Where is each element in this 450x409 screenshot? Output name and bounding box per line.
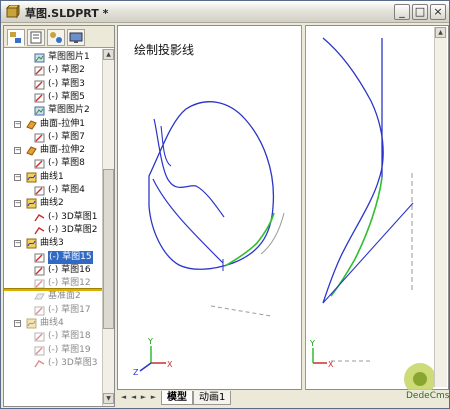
tab-animation[interactable]: 动画1 <box>193 391 232 405</box>
triad-y-label: Y <box>147 337 153 346</box>
sketch-loop-curve <box>153 118 225 218</box>
viewport-label: 绘制投影线 <box>134 43 195 57</box>
projected-curve-left <box>224 212 275 267</box>
construction-line-bottom <box>210 305 272 317</box>
last-tab-icon[interactable]: ► <box>149 392 158 403</box>
app-window: 草图.SLDPRT * _ □ × 草图图片1 (-) 草图2 (-) 草图3 (-)… <box>0 0 450 409</box>
view-triad-right: Y Z X <box>301 339 371 369</box>
watermark-text: DedeCmsV3 <box>406 391 450 401</box>
tab-model[interactable]: 模型 <box>161 391 193 405</box>
sketch-canvas[interactable]: Y X Z Y Z X <box>1 1 450 409</box>
viewport-splitter[interactable] <box>301 25 306 390</box>
next-tab-icon[interactable]: ► <box>139 392 148 403</box>
view-triad-left: Y X Z <box>133 337 173 377</box>
triad-z-label: Z <box>133 368 139 377</box>
sketch-diagonal-line <box>322 202 414 304</box>
triad-x-label: X <box>167 360 173 369</box>
scroll-up-icon[interactable]: ▲ <box>435 27 446 38</box>
first-tab-icon[interactable]: ◄ <box>119 392 128 403</box>
model-tabs-bar: ◄ ◄ ► ► 模型 动画1 <box>117 390 449 407</box>
projected-curve-right <box>330 176 383 297</box>
prev-tab-icon[interactable]: ◄ <box>129 392 138 403</box>
svg-text:Y: Y <box>309 339 315 348</box>
graphics-scrollbar[interactable]: ▲ <box>434 27 447 387</box>
